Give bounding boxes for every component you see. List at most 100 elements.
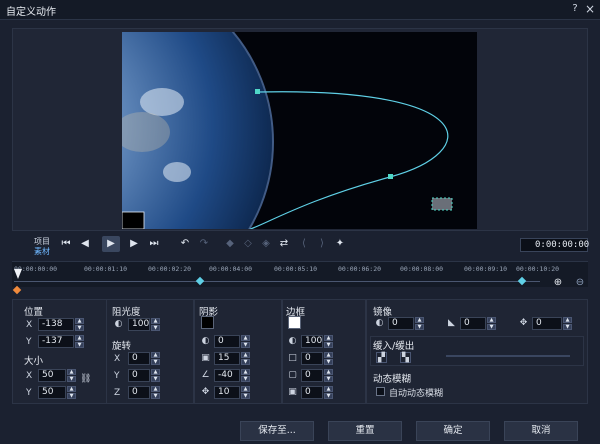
mirror-opacity-input[interactable]: 0 (388, 317, 414, 330)
ease-in-icon[interactable]: ▞ (376, 352, 387, 363)
border-blur-input[interactable]: 0 (301, 386, 323, 399)
next-keyframe-icon[interactable]: ⟩ (314, 236, 330, 252)
zoom-in-icon[interactable]: ⊕ (552, 277, 564, 289)
go-start-icon[interactable]: ⏮ (58, 236, 74, 252)
rotation-z-stepper[interactable]: ▲ ▼ (151, 386, 160, 399)
border-blur-icon: ▣ (288, 387, 297, 397)
keyframe-marker-current[interactable] (12, 285, 22, 295)
reset-button[interactable]: 重置 (328, 421, 402, 441)
motion-blur-title: 动态模糊 (373, 374, 412, 385)
play-icon[interactable]: ▶ (102, 236, 120, 252)
rotation-x-stepper[interactable]: ▲ ▼ (151, 352, 160, 365)
size-y-input[interactable]: 50 (38, 386, 66, 399)
video-frame[interactable] (122, 32, 477, 229)
path-keyframe-mid[interactable] (388, 174, 393, 179)
mirror-opacity-icon: ◐ (375, 318, 384, 328)
shadow-opacity-input[interactable]: 0 (214, 335, 240, 348)
opacity-input[interactable]: 100 (128, 318, 150, 331)
rotation-y-label: Y (114, 371, 120, 381)
mirror-angle-input[interactable]: 0 (460, 317, 486, 330)
reverse-path-icon[interactable]: ⇄ (276, 236, 292, 252)
rotation-z-input[interactable]: 0 (128, 386, 150, 399)
rotate-right-icon[interactable]: ↷ (196, 236, 212, 252)
mirror-offset-stepper[interactable]: ▲ ▼ (563, 317, 572, 330)
position-y-input[interactable]: -137 (38, 335, 74, 348)
rotation-z-label: Z (114, 388, 121, 398)
shadow-blur-stepper[interactable]: ▲ ▼ (241, 352, 250, 365)
zoom-out-icon[interactable]: ⊖ (574, 277, 586, 289)
rotation-y-input[interactable]: 0 (128, 369, 150, 382)
object-source-box[interactable] (122, 211, 145, 229)
border-width-stepper[interactable]: ▲ ▼ (324, 352, 333, 365)
prev-frame-icon[interactable]: ◀ (77, 236, 93, 252)
size-y-stepper[interactable]: ▲ ▼ (67, 386, 76, 399)
tick-label: 00:00:06:20 (338, 265, 382, 273)
border-radius-input[interactable]: 0 (301, 369, 323, 382)
remove-keyframe-icon[interactable]: ◇ (240, 236, 256, 252)
mirror-offset-input[interactable]: 0 (532, 317, 562, 330)
border-opacity-input[interactable]: 100 (301, 335, 323, 348)
shadow-distance-stepper[interactable]: ▲ ▼ (241, 386, 250, 399)
shadow-opacity-stepper[interactable]: ▲ ▼ (241, 335, 250, 348)
save-to-button[interactable]: 保存至... (240, 421, 314, 441)
opacity-title: 阻光度 (112, 307, 141, 318)
shadow-color-swatch[interactable] (201, 316, 214, 329)
prev-keyframe-icon[interactable]: ⟨ (296, 236, 312, 252)
shadow-blur-input[interactable]: 15 (214, 352, 240, 365)
tick-label: 00:00:02:20 (148, 265, 192, 273)
link-icon[interactable]: ⛓ (80, 374, 91, 385)
shadow-angle-input[interactable]: -40 (214, 369, 240, 382)
go-end-icon[interactable]: ⏭ (146, 236, 162, 252)
timecode-display[interactable]: 0:00:00:00 (520, 238, 589, 252)
path-keyframe-start[interactable] (255, 89, 260, 94)
next-frame-icon[interactable]: ▶ (126, 236, 142, 252)
shadow-angle-stepper[interactable]: ▲ ▼ (241, 369, 250, 382)
tick-label: 00:00:04:00 (209, 265, 253, 273)
rotation-x-label: X (114, 354, 121, 364)
mirror-opacity-stepper[interactable]: ▲ ▼ (415, 317, 424, 330)
window-title: 自定义动作 (6, 7, 56, 18)
size-title: 大小 (24, 356, 44, 367)
ease-out-icon[interactable]: ▚ (400, 352, 411, 363)
tick-label: 00:00:08:00 (400, 265, 444, 273)
add-keyframe-icon[interactable]: ◆ (222, 236, 238, 252)
size-x-stepper[interactable]: ▲ ▼ (67, 369, 76, 382)
opacity-icon: ◐ (114, 319, 123, 329)
border-opacity-stepper[interactable]: ▲ ▼ (324, 335, 333, 348)
clip-label[interactable]: 素材 (34, 246, 50, 257)
timeline-track[interactable] (14, 281, 540, 282)
position-y-label: Y (26, 337, 32, 347)
position-x-input[interactable]: -138 (38, 318, 74, 331)
size-y-label: Y (26, 388, 32, 398)
border-color-swatch[interactable] (288, 316, 301, 329)
border-blur-stepper[interactable]: ▲ ▼ (324, 386, 333, 399)
border-radius-stepper[interactable]: ▲ ▼ (324, 369, 333, 382)
position-y-stepper[interactable]: ▲ ▼ (75, 335, 84, 348)
opacity-stepper[interactable]: ▲ ▼ (151, 318, 160, 331)
mirror-title: 镜像 (373, 307, 393, 318)
border-width-icon: □ (288, 353, 297, 363)
help-icon[interactable]: ? (569, 3, 581, 15)
auto-motion-blur-label: 自动动态模糊 (389, 389, 444, 399)
cancel-button[interactable]: 取消 (504, 421, 578, 441)
keyframe-settings-icon[interactable]: ✦ (332, 236, 348, 252)
size-x-input[interactable]: 50 (38, 369, 66, 382)
timeline-ruler[interactable]: 00:00:00:00 00:00:01:10 00:00:02:20 00:0… (12, 261, 588, 287)
mirror-angle-stepper[interactable]: ▲ ▼ (487, 317, 496, 330)
shadow-blur-icon: ▣ (201, 353, 210, 363)
object-target-box[interactable] (431, 197, 453, 211)
ok-button[interactable]: 确定 (416, 421, 490, 441)
tick-label: 00:00:05:10 (274, 265, 318, 273)
ease-slider-track[interactable] (446, 355, 570, 357)
rotation-x-input[interactable]: 0 (128, 352, 150, 365)
tick-label: 00:00:09:10 (464, 265, 508, 273)
rotation-title: 旋转 (112, 341, 132, 352)
close-icon[interactable]: × (584, 3, 596, 15)
position-x-stepper[interactable]: ▲ ▼ (75, 318, 84, 331)
rotation-y-stepper[interactable]: ▲ ▼ (151, 369, 160, 382)
rotate-left-icon[interactable]: ↶ (177, 236, 193, 252)
keyframe-tool-icon[interactable]: ◈ (258, 236, 274, 252)
auto-motion-blur-checkbox[interactable] (376, 387, 385, 396)
border-width-input[interactable]: 0 (301, 352, 323, 365)
shadow-distance-input[interactable]: 10 (214, 386, 240, 399)
